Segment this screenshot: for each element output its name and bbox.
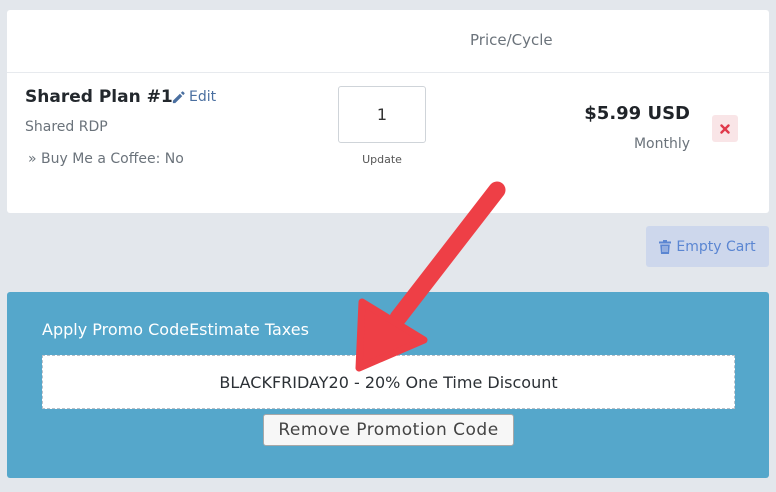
product-group: Shared RDP <box>25 119 108 135</box>
tab-apply-promo-code[interactable]: Apply Promo Code <box>42 320 189 339</box>
applied-promo-code: BLACKFRIDAY20 - 20% One Time Discount <box>42 355 735 409</box>
tab-estimate-taxes[interactable]: Estimate Taxes <box>189 320 309 339</box>
remove-item-button[interactable] <box>712 115 738 142</box>
x-icon <box>720 123 730 134</box>
empty-cart-label: Empty Cart <box>676 238 756 255</box>
edit-link[interactable]: Edit <box>171 89 216 105</box>
product-option: » Buy Me a Coffee: No <box>28 151 184 167</box>
trash-icon <box>659 239 672 254</box>
applied-promo-text: BLACKFRIDAY20 - 20% One Time Discount <box>219 372 558 392</box>
update-quantity-link[interactable]: Update <box>338 153 426 166</box>
product-name: Shared Plan #1 <box>25 87 173 107</box>
edit-label: Edit <box>189 89 217 105</box>
cart-header: Price/Cycle <box>7 10 769 73</box>
billing-cycle: Monthly <box>633 136 690 152</box>
remove-promotion-code-button[interactable]: Remove Promotion Code <box>263 414 514 446</box>
promo-tabs: Apply Promo Code Estimate Taxes <box>42 320 309 339</box>
empty-cart-button[interactable]: Empty Cart <box>646 226 769 267</box>
price-cycle-header: Price/Cycle <box>470 31 553 49</box>
item-price: $5.99 USD <box>584 103 690 124</box>
quantity-input[interactable] <box>338 86 426 143</box>
pencil-icon <box>172 90 185 103</box>
promo-panel: Apply Promo Code Estimate Taxes BLACKFRID… <box>7 292 769 478</box>
